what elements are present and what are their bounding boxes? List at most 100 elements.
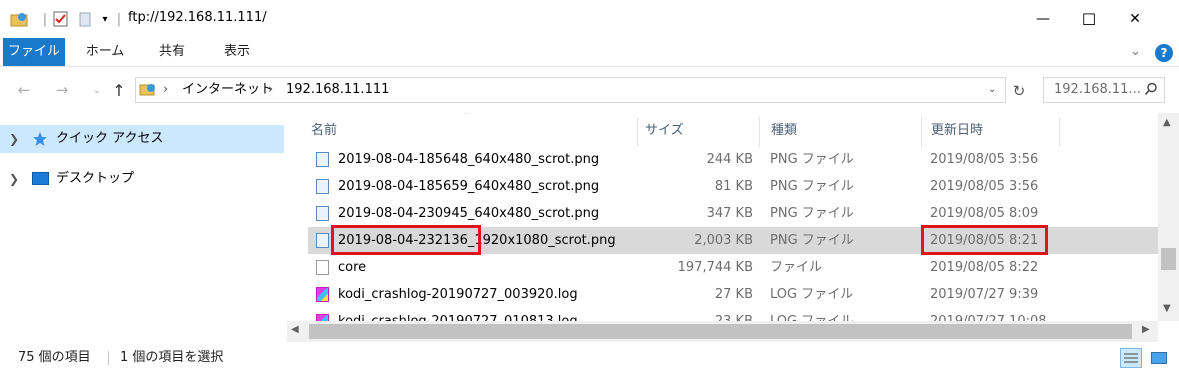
- back-arrow-icon[interactable]: ←: [13, 79, 35, 101]
- file-row[interactable]: kodi_crashlog-20190727_003920.log 27 KB …: [308, 281, 1158, 308]
- tab-file[interactable]: ファイル: [3, 38, 65, 66]
- status-bar: 75 個の項目 1 個の項目を選択: [0, 342, 1179, 374]
- expand-ribbon-chevron-icon[interactable]: ⌄: [1130, 44, 1141, 59]
- file-name: 2019-08-04-185659_640x480_scrot.png: [338, 179, 600, 194]
- selection-count: 1 個の項目を選択: [120, 350, 224, 365]
- up-arrow-icon[interactable]: ↑: [108, 79, 130, 101]
- image-file-icon: [316, 233, 329, 248]
- file-size: 2,003 KB: [694, 233, 753, 248]
- horizontal-scrollbar[interactable]: ◀ ▶: [287, 321, 1158, 342]
- file-type: PNG ファイル: [770, 233, 854, 248]
- file-size: 197,744 KB: [677, 260, 753, 275]
- image-file-icon: [316, 206, 329, 221]
- recent-locations-chevron-icon[interactable]: ⌄: [86, 79, 108, 101]
- breadcrumb-internet[interactable]: インターネット: [182, 78, 273, 102]
- toolbar-separator: |: [116, 11, 122, 27]
- file-list: ⌃ 名前 サイズ 種類 更新日時 2019-08-04-185648_640x4…: [287, 113, 1158, 321]
- scrollbar-thumb[interactable]: [309, 324, 1132, 339]
- sort-ascending-icon: ⌃: [462, 113, 472, 122]
- file-row[interactable]: kodi_crashlog-20190727_010813.log 23 KB …: [308, 308, 1158, 321]
- file-name: 2019-08-04-230945_640x480_scrot.png: [338, 206, 600, 221]
- close-button[interactable]: ✕: [1112, 0, 1158, 38]
- address-dropdown-chevron-icon[interactable]: ⌄: [988, 78, 996, 102]
- breadcrumb-host[interactable]: 192.168.11.111: [286, 78, 389, 102]
- column-divider[interactable]: [637, 117, 638, 147]
- scroll-down-arrow-icon[interactable]: ▼: [1163, 303, 1171, 314]
- image-file-icon: [316, 179, 329, 194]
- navigation-pane: ❯ クイック アクセス ❯ デスクトップ: [0, 113, 287, 334]
- file-row[interactable]: 2019-08-04-185659_640x480_scrot.png 81 K…: [308, 173, 1158, 200]
- customize-toolbar-chevron-icon[interactable]: ▾: [98, 9, 112, 29]
- column-header-name[interactable]: 名前: [311, 113, 337, 148]
- log-file-icon: [316, 314, 329, 321]
- column-divider[interactable]: [759, 117, 760, 147]
- vertical-scrollbar[interactable]: ▲ ▼: [1158, 113, 1179, 321]
- column-divider[interactable]: [1059, 117, 1060, 147]
- file-modified: 2019/08/05 3:56: [930, 152, 1039, 167]
- search-input[interactable]: 192.168.11...: [1043, 77, 1165, 103]
- file-row[interactable]: 2019-08-04-185648_640x480_scrot.png 244 …: [308, 146, 1158, 173]
- file-size: 81 KB: [714, 179, 753, 194]
- title-bar: | ▾ | ftp://192.168.11.111/ — ☐ ✕: [0, 0, 1179, 38]
- address-bar[interactable]: › インターネット › 192.168.11.111 ⌄: [135, 77, 1006, 103]
- file-modified: 2019/07/27 9:39: [930, 287, 1039, 302]
- file-row-selected[interactable]: 2019-08-04-232136_1920x1080_scrot.png 2,…: [308, 225, 1158, 255]
- status-divider: [108, 351, 109, 365]
- file-modified: 2019/08/05 3:56: [930, 179, 1039, 194]
- large-icons-view-icon[interactable]: [1149, 350, 1169, 366]
- scroll-right-arrow-icon[interactable]: ▶: [1142, 324, 1150, 335]
- new-folder-icon[interactable]: [76, 9, 94, 29]
- nav-item-quick-access[interactable]: ❯ クイック アクセス: [0, 125, 284, 153]
- column-header-modified[interactable]: 更新日時: [931, 113, 983, 148]
- forward-arrow-icon[interactable]: →: [51, 79, 73, 101]
- scroll-left-arrow-icon[interactable]: ◀: [291, 324, 299, 335]
- expand-chevron-icon[interactable]: ❯: [9, 165, 19, 193]
- column-header-size[interactable]: サイズ: [645, 113, 684, 148]
- search-placeholder: 192.168.11...: [1054, 82, 1141, 97]
- file-name: kodi_crashlog-20190727_003920.log: [338, 287, 578, 302]
- properties-icon[interactable]: [50, 9, 70, 29]
- file-size: 27 KB: [714, 287, 753, 302]
- highlight-box-name: [331, 225, 481, 255]
- ribbon-tabs: ファイル ホーム 共有 表示 ⌄ ?: [0, 38, 1179, 67]
- scroll-up-arrow-icon[interactable]: ▲: [1163, 117, 1171, 128]
- file-type: LOG ファイル: [770, 308, 853, 321]
- file-type: LOG ファイル: [770, 287, 854, 302]
- desktop-icon: [32, 172, 49, 190]
- scrollbar-thumb[interactable]: [1161, 248, 1176, 270]
- file-size: 347 KB: [706, 206, 753, 221]
- file-row[interactable]: core 197,744 KB ファイル 2019/08/05 8:22: [308, 254, 1158, 281]
- file-size: 23 KB: [648, 308, 753, 321]
- minimize-button[interactable]: —: [1020, 0, 1066, 38]
- column-header-type[interactable]: 種類: [771, 113, 797, 148]
- image-file-icon: [316, 152, 329, 167]
- tab-home[interactable]: ホーム: [78, 38, 132, 66]
- window-title: ftp://192.168.11.111/: [128, 10, 267, 25]
- nav-item-label: デスクトップ: [56, 171, 135, 186]
- highlight-box-modified: [921, 225, 1048, 255]
- tab-share[interactable]: 共有: [145, 38, 199, 66]
- file-name: 2019-08-04-185648_640x480_scrot.png: [338, 152, 600, 167]
- file-row[interactable]: 2019-08-04-230945_640x480_scrot.png 347 …: [308, 200, 1158, 227]
- nav-item-label: クイック アクセス: [56, 131, 164, 146]
- file-type: PNG ファイル: [770, 152, 854, 167]
- details-view-icon[interactable]: [1120, 348, 1142, 368]
- column-divider[interactable]: [921, 117, 922, 147]
- nav-item-desktop[interactable]: ❯ デスクトップ: [0, 165, 284, 193]
- tab-view[interactable]: 表示: [210, 38, 264, 66]
- help-button[interactable]: ?: [1155, 44, 1173, 62]
- file-name: core: [338, 260, 367, 275]
- file-type: ファイル: [770, 260, 823, 275]
- star-icon: [32, 131, 48, 151]
- file-name: kodi_crashlog-20190727_010813.log: [338, 308, 578, 321]
- breadcrumb-separator-icon[interactable]: ›: [163, 78, 168, 102]
- expand-chevron-icon[interactable]: ❯: [9, 125, 19, 153]
- maximize-button[interactable]: ☐: [1066, 0, 1112, 38]
- refresh-icon[interactable]: ↻: [1008, 80, 1030, 102]
- file-modified: 2019/08/05 8:22: [930, 260, 1039, 275]
- item-count: 75 個の項目: [18, 350, 91, 365]
- file-type: PNG ファイル: [770, 206, 854, 221]
- breadcrumb-separator-icon[interactable]: ›: [268, 78, 273, 102]
- log-file-icon: [316, 287, 329, 302]
- ftp-folder-icon: [8, 9, 30, 29]
